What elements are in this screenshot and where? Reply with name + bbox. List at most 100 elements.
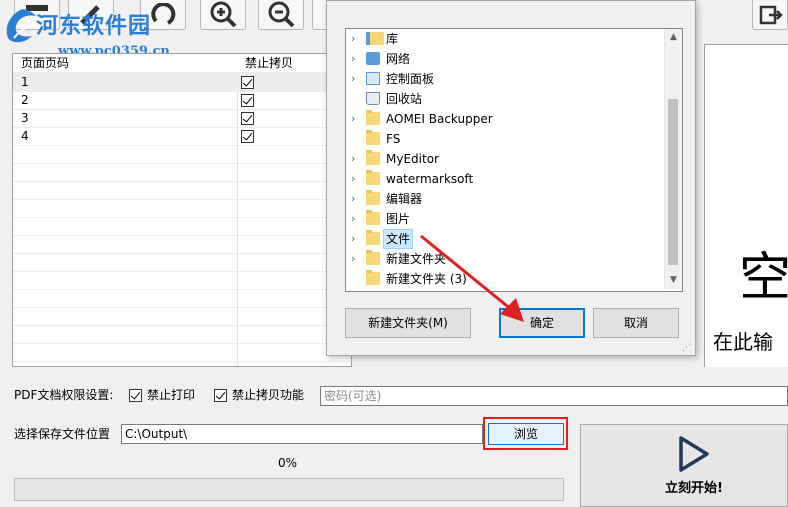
page-number-cell: 1 bbox=[21, 75, 29, 89]
page-number-cell: 2 bbox=[21, 93, 29, 107]
header-page-number: 页面页码 bbox=[21, 56, 70, 70]
preview-subtext: 在此输 bbox=[713, 330, 773, 354]
empty-row bbox=[13, 217, 351, 236]
scroll-down-icon[interactable]: ▼ bbox=[665, 272, 682, 289]
exit-icon bbox=[759, 5, 783, 24]
tree-item-label: 新建文件夹 bbox=[386, 252, 447, 266]
folder-icon bbox=[366, 250, 380, 265]
tree-item-label: 控制面板 bbox=[386, 72, 435, 86]
tree-item-label: watermarksoft bbox=[386, 172, 474, 186]
empty-row bbox=[13, 289, 351, 308]
zoom-in-button[interactable] bbox=[200, 0, 246, 30]
no-copy-function-label[interactable]: 禁止拷贝功能 bbox=[232, 387, 304, 403]
chevron-right-icon[interactable]: › bbox=[351, 149, 361, 169]
resize-grip-icon[interactable]: ⋰ bbox=[682, 343, 692, 353]
folder-icon bbox=[366, 230, 380, 245]
tree-item[interactable]: 回收站 bbox=[346, 89, 666, 109]
tree-item-label: 编辑器 bbox=[386, 192, 423, 206]
no-print-checkbox[interactable] bbox=[129, 389, 142, 402]
zoom-out-icon bbox=[268, 1, 295, 27]
tree-item[interactable]: › 新建文件夹 bbox=[346, 249, 666, 269]
zoom-out-button[interactable] bbox=[258, 0, 304, 30]
no-print-label[interactable]: 禁止打印 bbox=[147, 387, 195, 403]
folder-icon bbox=[366, 210, 380, 225]
start-button[interactable]: 立刻开始! bbox=[580, 424, 788, 507]
no-copy-checkbox[interactable] bbox=[241, 112, 254, 125]
empty-row bbox=[13, 235, 351, 254]
table-row[interactable]: 2 bbox=[13, 91, 351, 110]
empty-row bbox=[13, 307, 351, 326]
empty-row bbox=[13, 181, 351, 200]
no-copy-checkbox[interactable] bbox=[241, 94, 254, 107]
tree-item-label: 网络 bbox=[386, 52, 411, 66]
chevron-right-icon[interactable]: › bbox=[351, 169, 361, 189]
tree-item-label: MyEditor bbox=[386, 152, 439, 166]
tree-item-label: FS bbox=[386, 132, 401, 146]
tree-item[interactable]: 新建文件夹 (3) bbox=[346, 269, 666, 289]
progress-bar bbox=[14, 478, 564, 501]
exit-button[interactable] bbox=[752, 0, 788, 30]
tree-item[interactable]: › 控制面板 bbox=[346, 69, 666, 89]
tree-item-label: 库 bbox=[386, 32, 399, 46]
chevron-right-icon[interactable]: › bbox=[351, 209, 361, 229]
folder-icon bbox=[366, 270, 380, 285]
table-row[interactable]: 3 bbox=[13, 109, 351, 128]
tree-item[interactable]: › 文件 bbox=[346, 229, 666, 249]
tree-item[interactable]: › MyEditor bbox=[346, 149, 666, 169]
tree-item[interactable]: › AOMEI Backupper bbox=[346, 109, 666, 129]
chevron-right-icon[interactable]: › bbox=[351, 69, 361, 89]
tree-item-label: 图片 bbox=[386, 212, 411, 226]
recycle-bin-icon bbox=[366, 92, 380, 105]
tree-vertical-scrollbar[interactable]: ▲ ▼ bbox=[664, 29, 682, 289]
progress-text: 0% bbox=[278, 456, 298, 470]
tree-item[interactable]: › 图片 bbox=[346, 209, 666, 229]
tree-item[interactable]: › 编辑器 bbox=[346, 189, 666, 209]
no-copy-function-checkbox[interactable] bbox=[214, 389, 227, 402]
save-path-input[interactable]: C:\Output\ bbox=[121, 424, 483, 444]
scroll-up-icon[interactable]: ▲ bbox=[665, 29, 682, 46]
no-copy-checkbox[interactable] bbox=[241, 130, 254, 143]
folder-icon bbox=[366, 110, 380, 125]
tree-item[interactable]: FS bbox=[346, 129, 666, 149]
new-folder-button[interactable]: 新建文件夹(M) bbox=[345, 308, 471, 338]
library-icon bbox=[366, 32, 384, 45]
table-row[interactable]: 1 bbox=[13, 73, 351, 92]
highlight-box bbox=[483, 417, 568, 450]
chevron-right-icon[interactable]: › bbox=[351, 49, 361, 69]
chevron-right-icon[interactable]: › bbox=[351, 189, 361, 209]
permission-label: PDF文档权限设置: bbox=[14, 388, 114, 402]
tree-item[interactable]: › 网络 bbox=[346, 49, 666, 69]
password-input[interactable]: 密码(可选) bbox=[320, 386, 788, 406]
grid-header-row: 页面页码 禁止拷贝 bbox=[13, 54, 351, 73]
network-icon bbox=[366, 52, 380, 65]
scroll-thumb[interactable] bbox=[668, 99, 678, 265]
folder-tree[interactable]: › 库 › 网络 › 控制面板 回收站 › AOMEI Backupper FS › MyEditor… bbox=[345, 28, 683, 292]
preview-big-char: 空 bbox=[739, 248, 788, 308]
chevron-right-icon[interactable]: › bbox=[351, 249, 361, 269]
start-button-label: 立刻开始! bbox=[665, 481, 723, 496]
chevron-right-icon[interactable]: › bbox=[351, 109, 361, 129]
no-copy-checkbox[interactable] bbox=[241, 76, 254, 89]
browse-folder-dialog: › 库 › 网络 › 控制面板 回收站 › AOMEI Backupper FS › MyEditor… bbox=[326, 0, 696, 356]
empty-row bbox=[13, 253, 351, 272]
tree-item[interactable]: › watermarksoft bbox=[346, 169, 666, 189]
play-icon bbox=[679, 436, 709, 472]
ok-button[interactable]: 确定 bbox=[499, 308, 585, 338]
empty-row bbox=[13, 199, 351, 218]
tree-item[interactable]: › 库 bbox=[346, 29, 666, 49]
page-grid[interactable]: 页面页码 禁止拷贝 1 2 3 4 bbox=[12, 53, 352, 367]
folder-icon bbox=[366, 150, 380, 165]
empty-row bbox=[13, 145, 351, 164]
control-panel-icon bbox=[366, 72, 380, 85]
empty-row bbox=[13, 325, 351, 344]
table-row[interactable]: 4 bbox=[13, 127, 351, 146]
folder-icon bbox=[366, 130, 380, 145]
watermark-text: 河东软件园 bbox=[36, 13, 152, 39]
page-number-cell: 3 bbox=[21, 111, 29, 125]
chevron-right-icon[interactable]: › bbox=[351, 29, 361, 49]
cancel-button[interactable]: 取消 bbox=[593, 308, 679, 338]
rotate-icon bbox=[151, 2, 176, 25]
empty-row bbox=[13, 163, 351, 182]
chevron-right-icon[interactable]: › bbox=[351, 229, 361, 249]
tree-item-label: 文件 bbox=[383, 229, 414, 249]
